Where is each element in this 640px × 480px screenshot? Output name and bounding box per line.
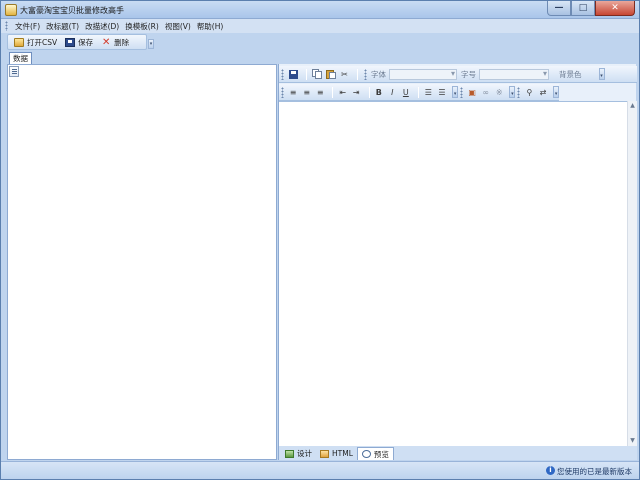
toolbar-grip-icon[interactable] xyxy=(281,68,284,80)
scroll-up-icon[interactable]: ▲ xyxy=(629,102,636,110)
menu-help[interactable]: 帮助(H) xyxy=(197,21,224,32)
folder-icon xyxy=(14,37,24,47)
tab-html[interactable]: HTML xyxy=(316,447,357,460)
delete-icon: ✕ xyxy=(101,36,111,48)
title-bar[interactable]: 大富豪淘宝宝贝批量修改高手 — □ ✕ xyxy=(1,1,639,19)
delete-button[interactable]: ✕ 删除 xyxy=(101,37,129,48)
toolbar-overflow-button[interactable]: ▾ xyxy=(148,39,154,49)
preview-icon xyxy=(361,450,371,458)
copy-icon[interactable] xyxy=(311,69,322,80)
toolbar-separator xyxy=(368,86,370,98)
toolbar-overflow-button[interactable]: ▾ xyxy=(509,86,516,98)
menu-edit-description[interactable]: 改描述(D) xyxy=(85,21,119,32)
paste-icon[interactable] xyxy=(325,69,336,80)
cut-icon[interactable]: ✂ xyxy=(339,69,350,80)
align-right-icon[interactable]: ≡ xyxy=(315,87,326,98)
outdent-icon[interactable]: ⇤ xyxy=(337,87,348,98)
editor-toolbar-format: ✂ 字体 字号 背景色 ▾ xyxy=(279,66,637,83)
find-icon[interactable]: ⚲ xyxy=(524,87,535,98)
app-icon[interactable] xyxy=(5,4,17,16)
html-icon xyxy=(320,449,329,458)
open-csv-label: 打开CSV xyxy=(27,37,58,47)
ordered-list-icon[interactable]: ☰ xyxy=(423,87,434,98)
menu-file[interactable]: 文件(F) xyxy=(15,21,40,32)
toolbar-separator xyxy=(332,86,334,98)
insert-link-icon[interactable]: ∞ xyxy=(480,87,491,98)
toolbar-grip-icon[interactable] xyxy=(281,86,284,98)
toolbar-overflow-button[interactable]: ▾ xyxy=(452,86,459,98)
background-color-button[interactable]: 背景色 xyxy=(559,69,582,80)
menu-view[interactable]: 视图(V) xyxy=(165,21,191,32)
toolbar-overflow-button[interactable]: ▾ xyxy=(598,68,605,80)
unordered-list-icon[interactable]: ☰ xyxy=(437,87,448,98)
toolbar-separator xyxy=(357,68,358,80)
replace-icon[interactable]: ⇄ xyxy=(538,87,549,98)
font-label: 字体 xyxy=(371,69,386,79)
tab-design-label: 设计 xyxy=(297,449,312,458)
editor-content-area[interactable] xyxy=(279,101,627,446)
save-button[interactable]: 保存 xyxy=(65,37,93,48)
toolbar-overflow-button[interactable]: ▾ xyxy=(553,86,560,98)
font-family-select[interactable] xyxy=(389,68,457,80)
info-icon: i xyxy=(546,466,555,475)
close-button[interactable]: ✕ xyxy=(595,1,635,16)
editor-toolbar-paragraph: ≡ ≡ ≡ ⇤ ⇥ B I U ☰ ☰ ▾ ▣ ∞ ※ ▾ ⚲ ⇄ ▾ xyxy=(279,84,560,101)
menu-change-template[interactable]: 换模板(R) xyxy=(125,21,159,32)
toolbar-grip-icon[interactable] xyxy=(517,86,521,98)
sort-icon[interactable] xyxy=(9,66,19,77)
window-title: 大富豪淘宝宝贝批量修改高手 xyxy=(20,6,124,15)
editor-scrollbar[interactable]: ▲ ▼ xyxy=(627,101,637,446)
tab-preview-label: 预览 xyxy=(373,449,389,459)
toolbar-grip-icon[interactable] xyxy=(364,68,367,80)
editor-panel: ✂ 字体 字号 背景色 ▾ ≡ ≡ ≡ ⇤ ⇥ B I U ☰ ☰ ▾ xyxy=(278,64,637,460)
tab-html-label: HTML xyxy=(332,449,353,458)
font-size-select[interactable] xyxy=(479,68,549,80)
save-icon[interactable] xyxy=(288,69,299,80)
window-controls: — □ ✕ xyxy=(547,1,635,16)
open-csv-button[interactable]: 打开CSV xyxy=(14,37,57,48)
italic-icon[interactable]: I xyxy=(387,87,398,98)
design-icon xyxy=(285,449,294,458)
toolbar-grip-icon[interactable] xyxy=(460,86,463,98)
toolbar-separator xyxy=(418,86,420,98)
menu-edit-title[interactable]: 改标题(T) xyxy=(46,21,79,32)
app-window: 大富豪淘宝宝贝批量修改高手 — □ ✕ 文件(F) 改标题(T) 改描述(D) … xyxy=(0,0,640,480)
data-panel[interactable] xyxy=(7,64,277,460)
underline-icon[interactable]: U xyxy=(401,87,412,98)
font-size-label: 字号 xyxy=(461,69,476,79)
tab-preview[interactable]: 预览 xyxy=(356,447,394,460)
tab-data[interactable]: 数据 xyxy=(9,52,32,64)
menu-grip-icon[interactable] xyxy=(5,21,8,31)
align-left-icon[interactable]: ≡ xyxy=(288,87,299,98)
minimize-button[interactable]: — xyxy=(547,1,571,16)
editor-mode-tabs: 设计 HTML 预览 xyxy=(279,446,637,460)
tab-design[interactable]: 设计 xyxy=(281,447,316,460)
unlink-icon[interactable]: ※ xyxy=(494,87,505,98)
bold-icon[interactable]: B xyxy=(374,87,385,98)
delete-label: 删除 xyxy=(114,37,130,47)
scroll-down-icon[interactable]: ▼ xyxy=(629,437,636,445)
save-label: 保存 xyxy=(78,37,94,47)
status-bar: i 您使用的已是最新版本 xyxy=(1,461,639,479)
save-icon xyxy=(65,37,76,47)
main-toolbar: 打开CSV 保存 ✕ 删除 ▾ xyxy=(7,34,154,50)
menu-bar: 文件(F) 改标题(T) 改描述(D) 换模板(R) 视图(V) 帮助(H) xyxy=(1,19,639,33)
toolbar-separator xyxy=(306,68,307,80)
align-center-icon[interactable]: ≡ xyxy=(301,87,312,98)
status-text: 您使用的已是最新版本 xyxy=(557,467,632,476)
insert-image-icon[interactable]: ▣ xyxy=(467,87,478,98)
maximize-button[interactable]: □ xyxy=(571,1,595,16)
indent-icon[interactable]: ⇥ xyxy=(351,87,362,98)
